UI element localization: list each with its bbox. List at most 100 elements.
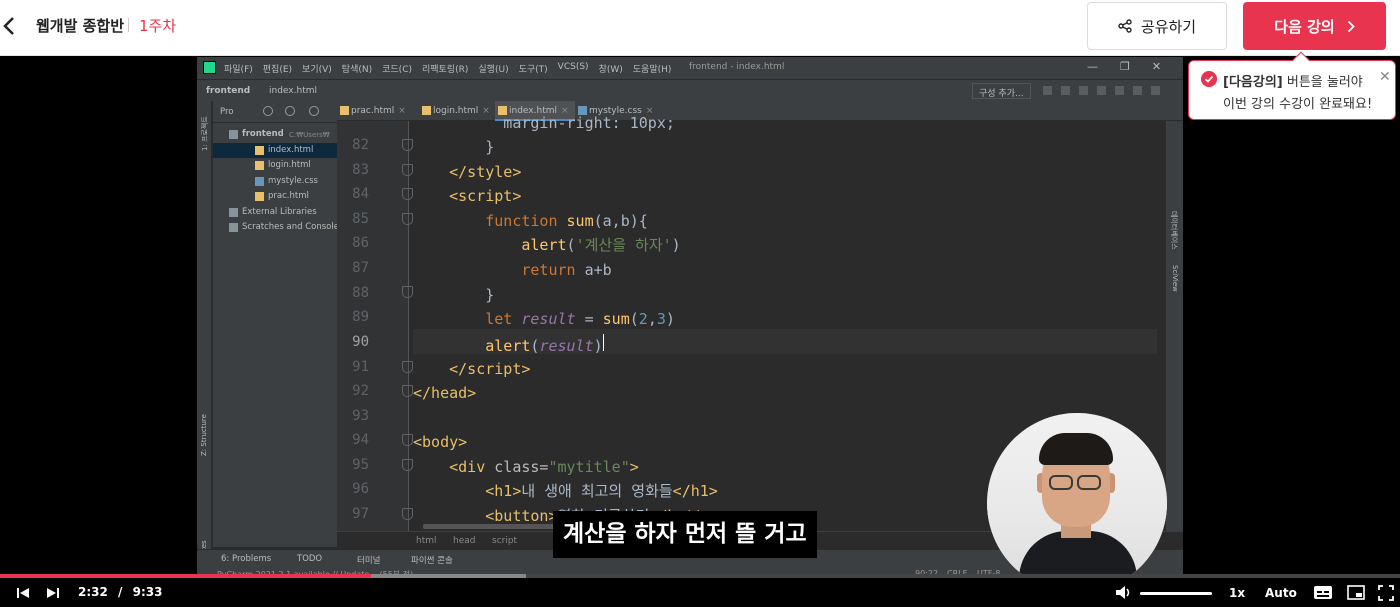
project-tree-item: External Libraries	[213, 205, 337, 221]
back-button[interactable]	[0, 8, 20, 44]
title-divider	[128, 18, 129, 32]
project-tree-item: index.html	[213, 142, 337, 158]
code-line: </script>	[413, 360, 531, 378]
fold-marker-icon	[402, 286, 413, 298]
ide-menu-item: 탐색(N)	[341, 65, 373, 75]
html-file-icon	[340, 106, 349, 115]
time-display: 2:32 / 9:33	[78, 585, 162, 599]
completion-tooltip: [다음강의] 버튼을 눌러야 이번 강의 수강이 완료돼요! ✕	[1188, 51, 1396, 120]
nav-file: index.html	[269, 86, 317, 96]
fold-marker-icon	[402, 188, 413, 200]
sciview-toolwindow-tab: SciView	[1171, 265, 1179, 292]
line-number: 89	[352, 309, 369, 325]
next-lecture-button[interactable]: 다음 강의	[1243, 2, 1386, 50]
ide-menu-list: 파일(F) 편집(E) 보기(V) 탐색(N) 코드(C) 리팩토링(R) 실행(U) 도구(…	[224, 62, 671, 75]
video-player[interactable]: 파일(F) 편집(E) 보기(V) 탐색(N) 코드(C) 리팩토링(R) 실행(U) 도구(…	[0, 57, 1400, 607]
project-tree-label: External Libraries	[242, 206, 317, 217]
code-line: margin-right: 10px;	[413, 114, 675, 132]
line-number: 92	[352, 383, 369, 399]
project-tree-item: frontend C:₩Users₩	[213, 127, 337, 143]
todo-tab: TODO	[297, 554, 323, 564]
project-tree-item: login.html	[213, 158, 337, 174]
play-icon[interactable]	[46, 587, 60, 599]
html-file-icon	[255, 192, 264, 201]
editor-tab: prac.html ×	[337, 101, 419, 121]
line-number: 91	[352, 359, 369, 375]
restore-icon: ❐	[1120, 60, 1130, 73]
code-line: return a+b	[413, 261, 612, 279]
minimize-icon: —	[1087, 60, 1098, 73]
ide-menu-item: 파일(F)	[224, 65, 253, 75]
project-tree-label: index.html	[268, 144, 314, 155]
ide-menu-item: 리팩토링(R)	[422, 65, 469, 75]
stop-icon	[1133, 86, 1142, 95]
project-panel-title: Pro	[220, 107, 234, 117]
html-file-icon	[255, 145, 264, 155]
run-toolbar	[1043, 86, 1160, 95]
fold-marker-icon	[402, 139, 413, 151]
ide-window-title: frontend - index.html	[689, 62, 785, 72]
volume-icon[interactable]	[1115, 585, 1133, 600]
instructor-webcam	[987, 413, 1167, 593]
course-title: 웹개발 종합반	[36, 17, 125, 35]
line-number: 97	[352, 506, 369, 522]
python-console-tab: 파이썬 콘솔	[411, 556, 453, 566]
project-tree-label: frontend	[242, 129, 284, 139]
run-config-button: 구성 추가...	[972, 83, 1031, 99]
picture-in-picture-icon[interactable]	[1347, 585, 1365, 600]
line-number: 95	[352, 457, 369, 473]
project-panel: Pro frontend C:₩Users₩ index.html login.htm…	[213, 101, 337, 547]
time-separator: /	[118, 585, 123, 599]
skip-previous-icon[interactable]	[16, 587, 30, 599]
crumb-head: head	[453, 536, 476, 546]
problems-tab: 6: Problems	[221, 554, 272, 564]
fold-marker-icon	[402, 459, 413, 471]
ide-menu-item: VCS(S)	[557, 62, 589, 72]
subtitles-icon[interactable]	[1313, 585, 1333, 600]
share-button[interactable]: 공유하기	[1087, 2, 1227, 50]
line-number: 93	[352, 408, 369, 424]
tooltip-line-2: 이번 강의 수강이 완료돼요!	[1223, 97, 1373, 112]
gear-icon	[309, 106, 319, 116]
fold-marker-icon	[402, 164, 413, 176]
line-number: 94	[352, 432, 369, 448]
ide-menu-item: 도움말(H)	[632, 65, 672, 75]
tooltip-bold: [다음강의]	[1223, 75, 1283, 90]
project-toolwindow-tab: 1: 프로젝트	[201, 116, 209, 151]
project-tree-path: C:₩Users₩	[289, 131, 330, 139]
scratch-icon	[229, 223, 238, 232]
ide-window-buttons: — ❐ ✕	[1087, 60, 1161, 73]
line-number: 83	[352, 162, 369, 178]
code-line: </head>	[413, 384, 477, 402]
ide-navbar: frontend index.html 구성 추가...	[197, 79, 1183, 101]
ide-menu-item: 창(W)	[598, 65, 623, 75]
line-gutter: 82 83 84 85 86 87 88 89 90 91 92 93 94 95 96 97	[337, 121, 413, 541]
current-time: 2:32	[78, 585, 108, 599]
project-tree-label: Scratches and Consoles	[242, 222, 337, 232]
duration: 9:33	[132, 585, 163, 599]
tab-close-icon: ×	[398, 106, 406, 116]
ide-menu-item: 코드(C)	[382, 65, 412, 75]
code-line: </style>	[413, 163, 522, 181]
volume-slider[interactable]	[1140, 592, 1212, 595]
structure-toolwindow-tab: Z: Structure	[200, 414, 208, 456]
fold-marker-icon	[402, 385, 413, 397]
project-tree-item: mystyle.css	[213, 174, 337, 190]
week-label: 1주차	[139, 17, 177, 35]
nav-project: frontend	[206, 86, 251, 96]
chevron-left-icon	[3, 17, 14, 35]
crumb-html: html	[416, 536, 437, 546]
fold-marker-icon	[402, 213, 413, 225]
playback-speed[interactable]: 1x	[1229, 586, 1245, 600]
tooltip-close-icon[interactable]: ✕	[1379, 69, 1391, 85]
pycharm-logo-icon	[203, 61, 216, 74]
line-number: 86	[352, 235, 369, 251]
project-tree-label: mystyle.css	[268, 175, 318, 186]
tooltip-line-1: [다음강의] 버튼을 눌러야	[1223, 71, 1363, 90]
fullscreen-icon[interactable]	[1378, 585, 1394, 601]
project-tree: frontend C:₩Users₩ index.html login.html mys…	[213, 127, 337, 236]
next-lecture-label: 다음 강의	[1274, 17, 1335, 36]
quality-selector[interactable]: Auto	[1265, 586, 1297, 600]
project-tree-label: login.html	[268, 160, 311, 170]
line-number: 88	[352, 285, 369, 301]
